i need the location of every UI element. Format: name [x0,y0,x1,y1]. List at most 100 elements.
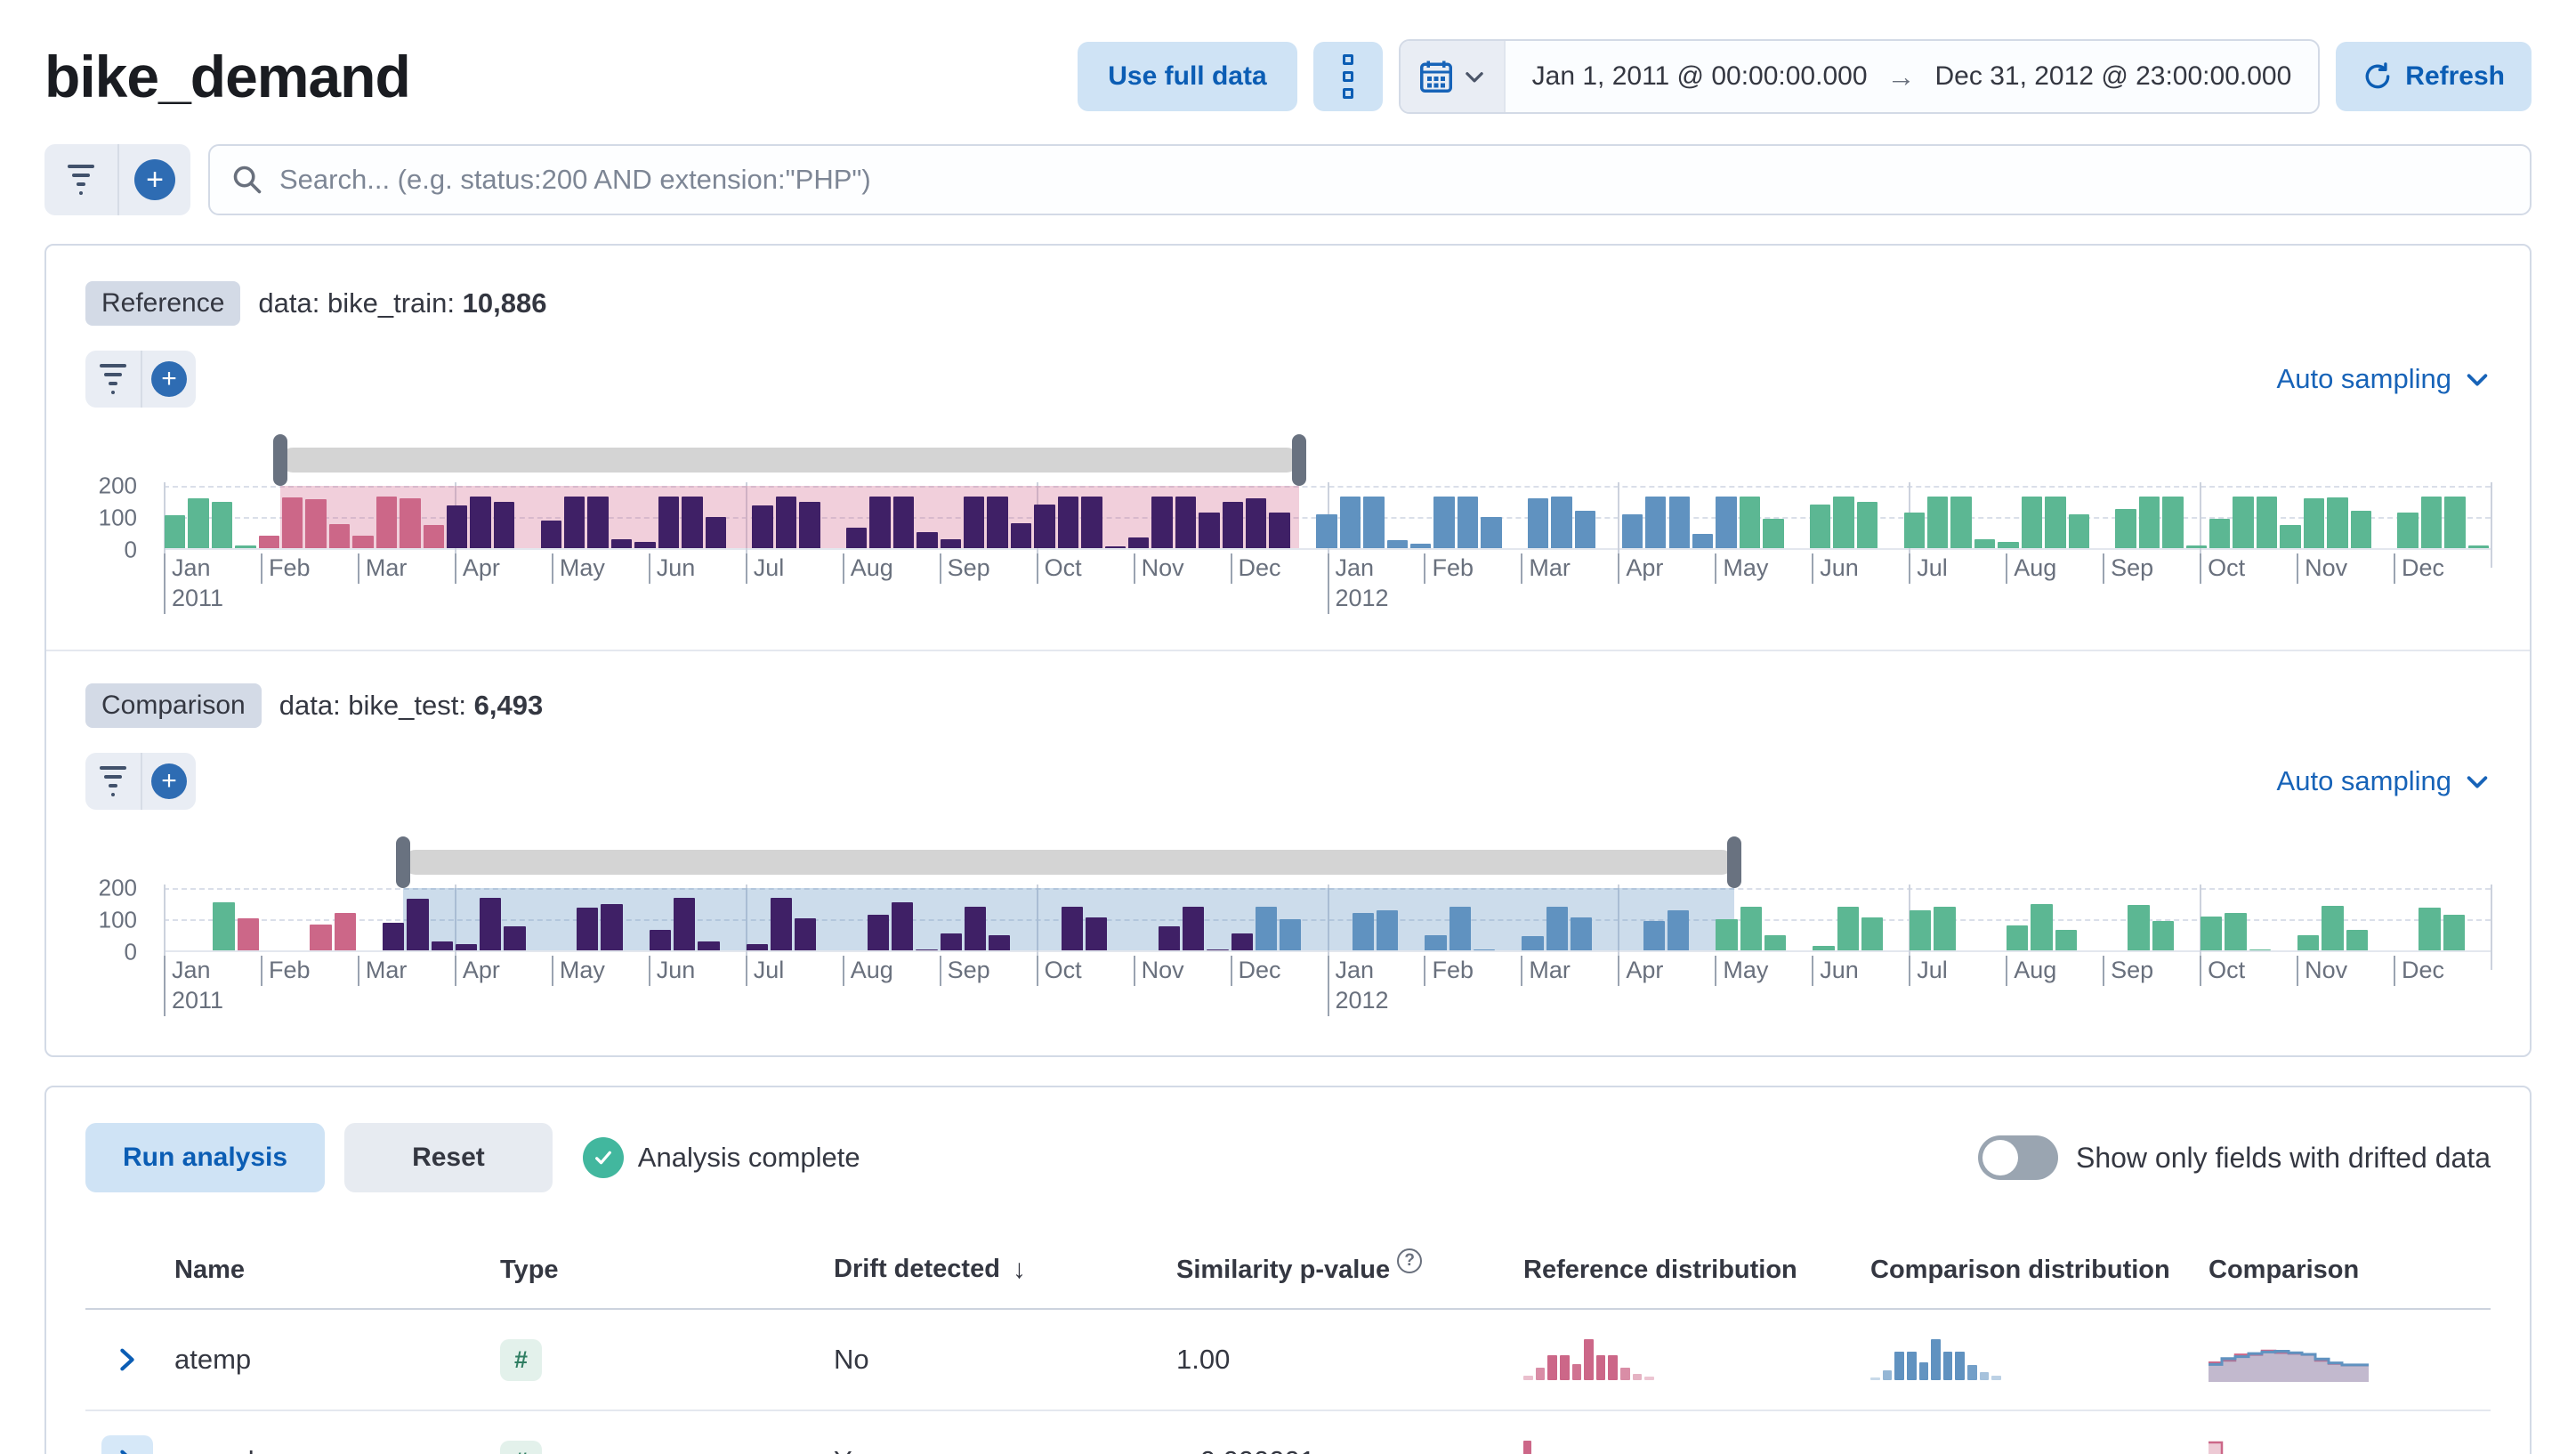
calendar-dropdown-button[interactable] [1400,41,1506,112]
mini-bar [1955,1352,1966,1380]
column-header-label: Drift detected [834,1255,1000,1283]
column-header-similarity-p-value[interactable]: Similarity p-value? [1176,1248,1523,1285]
histogram-bar [1910,909,1932,950]
month-tick-label: Jul [745,553,784,584]
plus-icon: + [151,763,187,799]
reset-button[interactable]: Reset [344,1123,553,1192]
brush-handle-right[interactable] [1292,434,1307,486]
y-tick-label: 0 [124,938,137,965]
histogram-bar [1255,907,1278,950]
reference-filter-button[interactable] [85,351,141,408]
expand-row-button[interactable] [101,1435,153,1454]
histogram-bar [2152,920,2174,950]
histogram-bar [400,498,421,548]
reference-distribution-cell [1523,1441,1870,1454]
column-header-name[interactable]: Name [174,1256,500,1285]
y-tick-label: 100 [98,504,137,531]
brush-track[interactable] [279,448,1300,473]
histogram-bar [165,515,186,548]
histogram-bar [1927,497,1949,548]
comparison-add-filter-button[interactable]: + [141,753,196,810]
p-value: < 0.000001 [1176,1445,1523,1454]
column-header-comparison-distribution[interactable]: Comparison distribution [1870,1256,2209,1285]
histogram-bar [1127,537,1150,548]
brush-handle-right[interactable] [1727,836,1742,888]
date-range-picker: Jan 1, 2011 @ 00:00:00.000 → Dec 31, 201… [1398,39,2321,114]
page-title: bike_demand [44,44,411,109]
field-name: atemp [174,1344,252,1375]
month-tick-label: Mar [357,956,407,986]
histogram-bar [917,531,938,548]
histogram-bar [258,536,280,548]
brush-handle-left[interactable] [396,836,411,888]
drifted-only-toggle[interactable] [1977,1135,2058,1180]
histogram-bar [2068,513,2089,548]
comparison-sampling-dropdown[interactable]: Auto sampling [2277,765,2491,797]
search-icon [233,166,262,194]
histogram-bar [1158,925,1181,950]
mini-bar [1584,1339,1594,1380]
histogram-bar [1061,907,1084,950]
histogram-bar [2138,497,2160,548]
boxes-vertical-icon-button[interactable] [1312,42,1383,111]
histogram-bar [2350,511,2371,548]
column-header-comparison[interactable]: Comparison [2209,1256,2491,1285]
calendar-icon [1419,61,1452,93]
histogram-bar [188,498,209,548]
mini-bar [1620,1368,1630,1380]
expand-row-button[interactable] [101,1334,153,1385]
histogram-bar [1668,496,1690,548]
month-tick-label: Feb [1424,553,1474,584]
histogram-bar [334,913,356,950]
month-tick-label: Apr [454,553,500,584]
brush-track[interactable] [403,850,1735,875]
column-header-reference-distribution[interactable]: Reference distribution [1523,1256,1870,1285]
run-analysis-button[interactable]: Run analysis [85,1123,326,1192]
end-date-button[interactable]: Dec 31, 2012 @ 23:00:00.000 [1935,61,2292,92]
reference-add-filter-button[interactable]: + [141,351,196,408]
histogram-bar [2419,907,2441,950]
column-header-drift-detected[interactable]: Drift detected ↓ [834,1255,1176,1285]
histogram-bar [1316,513,1337,548]
reference-chart: 200 100 0 Jan 2011 Feb Mar Apr May Jun Jul Aug Sep Oc… [85,434,2492,618]
histogram-bar [383,922,405,950]
month-tick-label: May [1715,553,1768,584]
mini-distribution-chart [1870,1339,2004,1380]
histogram-bar [1175,496,1197,548]
quarter-gridline [2491,482,2492,568]
brush-handle-left[interactable] [272,434,287,486]
month-tick-label: Aug [2006,553,2056,584]
filter-button[interactable] [44,144,117,215]
histogram-bar [2443,914,2465,950]
use-full-data-button[interactable]: Use full data [1078,42,1297,111]
histogram-bar [1809,505,1831,548]
histogram-bar [775,496,797,548]
histogram-bar [1433,496,1455,548]
refresh-button[interactable]: Refresh [2336,42,2532,111]
histogram-bar [1934,907,1956,950]
histogram-bar [1057,496,1079,548]
mini-bar [1559,1355,1570,1380]
histogram-bar [2233,497,2254,548]
query-filter-group: + [44,144,190,215]
add-filter-button[interactable]: + [117,144,190,215]
month-tick-label: Mar [357,553,407,584]
column-header-type[interactable]: Type [500,1256,834,1285]
month-tick-label: Jun [1812,956,1859,986]
histogram-bar [1574,511,1596,548]
search-input[interactable] [279,164,2508,196]
histogram-bar [423,524,444,548]
histogram-bar [1570,917,1593,950]
histogram-bar [746,944,768,950]
month-tick-label: Apr [1618,553,1663,584]
sort-desc-icon: ↓ [1012,1255,1026,1284]
month-tick-label: Oct [1036,956,1082,986]
comparison-data-label: data: bike_test: 6,493 [279,690,544,721]
histogram-bar [1425,934,1447,950]
start-date-button[interactable]: Jan 1, 2011 @ 00:00:00.000 [1532,61,1868,92]
histogram-bar [1081,496,1102,548]
comparison-filter-button[interactable] [85,753,141,810]
table-row: casual# Yes< 0.000001 [85,1411,2491,1454]
reference-sampling-dropdown[interactable]: Auto sampling [2277,363,2491,395]
header-controls: Use full data Jan 1, 2011 @ 00:00:00.000… [1078,39,2532,114]
